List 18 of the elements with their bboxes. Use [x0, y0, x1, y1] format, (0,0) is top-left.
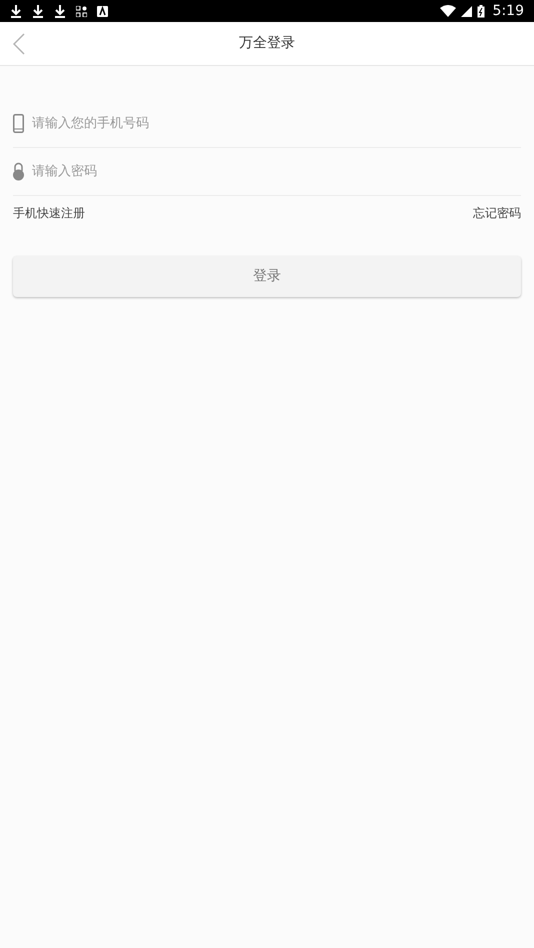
page-title: 万全登录: [239, 34, 295, 53]
download-icon: [54, 4, 66, 18]
app-icon: [97, 6, 108, 16]
lock-icon: [13, 162, 24, 181]
grid-icon: [76, 6, 87, 16]
register-link[interactable]: 手机快速注册: [13, 204, 85, 222]
signal-icon: [460, 6, 472, 16]
wifi-icon: [440, 5, 456, 17]
forgot-password-link[interactable]: 忘记密码: [473, 204, 521, 222]
battery-icon: [476, 4, 485, 18]
login-button[interactable]: 登录: [13, 256, 521, 297]
download-icon: [10, 4, 22, 18]
status-time: 5:19: [492, 2, 524, 20]
back-icon[interactable]: [13, 33, 25, 55]
password-field[interactable]: 请输入密码: [32, 162, 521, 182]
phone-icon: [13, 114, 24, 133]
download-icon: [32, 4, 44, 18]
phone-field[interactable]: 请输入您的手机号码: [32, 114, 521, 134]
